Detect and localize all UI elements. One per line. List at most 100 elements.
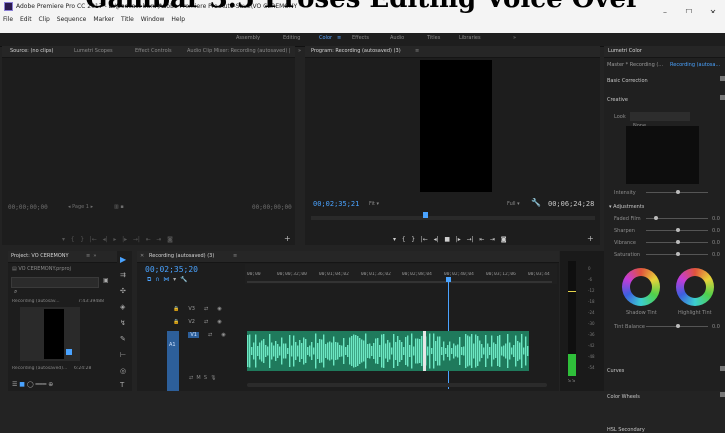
lumetri-master-select[interactable]: Master * Recording (... [607,62,663,68]
project-menu-icon[interactable]: ≡ » [86,253,96,259]
resolution-select[interactable]: Full ▾ [507,201,520,207]
workspace-editing[interactable]: Editing [283,35,300,41]
source-settings-icon[interactable]: ▥ ▪ [114,204,124,210]
tab-lumetri-color[interactable]: Lumetri Color [608,48,642,54]
audio-clip-a1[interactable] [247,331,467,371]
highlight-tint-wheel[interactable] [676,268,714,306]
adjustments-section[interactable]: ▾ Adjustments [609,204,644,210]
fit-select[interactable]: Fit ▾ [369,201,379,207]
program-transport-controls[interactable]: ▾ { } |← ◂| ■ |▸ →| ⇤ ⇥ ◙ [393,236,507,243]
workspace-libraries[interactable]: Libraries [459,35,481,41]
tab-audio-clip-mixer[interactable]: Audio Clip Mixer: Recording (autosaved) … [187,48,291,54]
workspace-overflow[interactable]: » [513,35,516,41]
menu-sequence[interactable]: Sequence [57,16,87,23]
timeline-timecode[interactable]: 00;02;35;20 [145,265,198,274]
tab-project[interactable]: Project: VO CEREMONY [11,253,69,259]
timeline-horizontal-scrollbar[interactable] [247,383,547,387]
audio-clip-a1-b[interactable] [467,331,529,371]
slip-tool-icon[interactable]: ↯ [120,319,126,327]
playhead-handle[interactable] [446,277,451,282]
work-area-bar[interactable] [247,281,552,283]
menu-edit[interactable]: Edit [20,16,32,23]
zoom-tool-icon[interactable]: ◎ [120,367,126,375]
program-timecode[interactable]: 00;02;35;21 [313,200,359,208]
meter-solo-buttons[interactable]: S S [568,379,575,384]
workspace-effects[interactable]: Effects [352,35,369,41]
tab-timeline[interactable]: Recording (autosaved) (3) [149,253,214,259]
curves-checkbox[interactable] [720,366,725,371]
project-item[interactable]: ▤ VO CEREMONY.prproj [12,266,71,272]
hand-tool-icon[interactable]: ⊢ [120,351,126,359]
saturation-knob[interactable] [676,252,680,256]
track-a1-source-patch[interactable]: A1 [167,331,179,391]
project-search-input[interactable]: ⌕ [11,277,99,295]
menu-file[interactable]: File [3,16,13,23]
track-v1-header[interactable]: 🔒 V1 ⇄ ◉ [167,321,245,338]
sync-icon[interactable]: ⇄ [208,332,212,338]
workspace-menu-icon[interactable]: ≡ [337,35,341,41]
tab-program[interactable]: Program: Recording (autosaved) (3) [311,48,401,54]
program-playhead[interactable] [423,212,428,218]
menu-marker[interactable]: Marker [93,16,114,23]
workspace-color[interactable]: Color [319,35,332,41]
curves-section[interactable]: Curves [607,368,624,374]
workspace-audio[interactable]: Audio [390,35,404,41]
type-tool-icon[interactable]: T [120,381,124,389]
track-v3-header[interactable]: 🔒 V3 ⇄ ◉ [167,295,245,312]
tab-effect-controls[interactable]: Effect Controls [135,48,172,54]
program-menu-icon[interactable]: ≡ [415,48,419,54]
track-select-tool-icon[interactable]: ⇉ [120,271,126,279]
tab-lumetri-scopes[interactable]: Lumetri Scopes [74,48,113,54]
ripple-edit-tool-icon[interactable]: ✣ [120,287,126,295]
pen-tool-icon[interactable]: ✎ [120,335,126,343]
tint-balance-knob[interactable] [676,324,680,328]
vibrance-knob[interactable] [676,240,680,244]
workspace-titles[interactable]: Titles [427,35,440,41]
clip-thumbnail-frame[interactable] [20,307,80,361]
waveform-bar [447,345,449,357]
basic-correction-checkbox[interactable] [720,76,725,81]
waveform-bar [325,344,327,358]
faded-film-knob[interactable] [654,216,658,220]
menu-help[interactable]: Help [171,16,185,23]
wrench-icon[interactable]: 🔧 [531,198,541,207]
clip-edit-point[interactable] [423,331,426,371]
sharpen-knob[interactable] [676,228,680,232]
timeline-close-icon[interactable]: ✕ [140,253,144,259]
timeline-toolbar-icons[interactable]: ⧉ ∩ ⋈ ▾ 🔧 [147,276,187,284]
intensity-knob[interactable] [676,190,680,194]
new-bin-icon[interactable]: ▣ [103,277,109,284]
lumetri-clip-select[interactable]: Recording (autosa... [670,62,722,68]
hsl-secondary-section[interactable]: HSL Secondary [607,427,645,433]
selection-tool-icon[interactable]: ▶ [120,255,126,264]
color-wheels-section[interactable]: Color Wheels [607,394,640,400]
color-wheels-checkbox[interactable] [720,392,725,397]
program-scrub-bar[interactable] [311,216,595,220]
workspace-assembly[interactable]: Assembly [236,35,260,41]
track-v2-header[interactable]: 🔒 V2 ⇄ ◉ [167,308,245,325]
tab-overflow[interactable]: » [298,48,301,54]
project-footer-icons[interactable]: ☰ ■ ◯ ━━━ ⊕ [12,381,53,388]
menu-clip[interactable]: Clip [39,16,50,23]
clip1-name[interactable]: Recording (autosav... [12,299,78,304]
shadow-tint-wheel[interactable] [622,268,660,306]
menu-title[interactable]: Title [121,16,134,23]
track-a1-controls[interactable]: ⇄ M S 🎙 [189,375,217,381]
waveform-bar [481,344,483,358]
source-transport-controls[interactable]: ▾ { } |← ◂| ▸ |▸ →| ⇤ ⇥ ◙ [62,236,173,243]
source-page-select[interactable]: ◂ Page 1 ▸ [68,204,93,210]
eye-icon[interactable]: ◉ [221,332,225,338]
menu-window[interactable]: Window [141,16,165,23]
program-add-button[interactable]: + [587,234,594,243]
waveform-bar [361,339,363,363]
creative-section[interactable]: Creative [607,97,628,103]
timeline-menu-icon[interactable]: ≡ [233,253,237,259]
creative-checkbox[interactable] [720,95,725,100]
clip2-name[interactable]: Recording (autosaved)... [12,366,72,371]
waveform-bar [489,347,491,355]
basic-correction-section[interactable]: Basic Correction [607,78,648,84]
tab-source[interactable]: Source: (no clips) [10,48,53,54]
look-select[interactable]: None [630,112,690,129]
razor-tool-icon[interactable]: ◈ [120,303,125,311]
source-add-button[interactable]: + [284,234,291,243]
